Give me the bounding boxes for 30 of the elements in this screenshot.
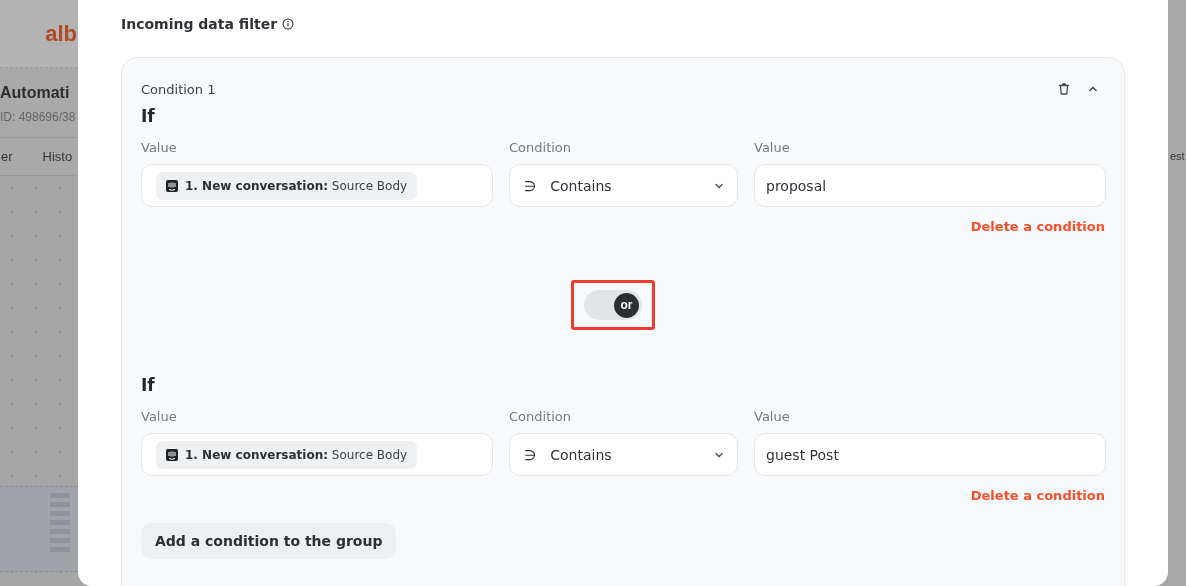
app-icon <box>166 448 178 461</box>
page-tab[interactable]: est <box>1170 150 1186 162</box>
page-tab[interactable]: Histo <box>42 149 73 164</box>
condition-select[interactable]: ∋ Contains <box>509 433 738 476</box>
field-label: Value <box>754 409 791 426</box>
condition-select[interactable]: ∋ Contains <box>509 164 738 207</box>
value-field[interactable]: 1. New conversation: Source Body <box>141 433 493 476</box>
field-label: Value <box>141 140 178 157</box>
if-heading: If <box>141 375 156 397</box>
variable-chip[interactable]: 1. New conversation: Source Body <box>156 440 418 469</box>
value-input[interactable]: guest Post <box>754 433 1106 476</box>
delete-button[interactable] <box>1057 82 1071 96</box>
page-id: ID: 498696/38 <box>0 110 77 124</box>
value-field[interactable]: 1. New conversation: Source Body <box>141 164 493 207</box>
field-label: Value <box>141 409 178 426</box>
modal-title: Incoming data filter <box>121 16 278 32</box>
logo: alb <box>45 20 77 47</box>
if-heading: If <box>141 106 156 128</box>
or-toggle[interactable]: or <box>584 290 642 320</box>
field-label: Value <box>754 140 791 157</box>
variable-chip[interactable]: 1. New conversation: Source Body <box>156 171 418 200</box>
app-icon <box>166 179 178 192</box>
page-title: Automati <box>0 84 71 102</box>
add-condition-button[interactable]: Add a condition to the group <box>141 523 397 559</box>
page-tab[interactable]: er <box>1 149 13 164</box>
field-label: Condition <box>509 409 573 426</box>
field-label: Condition <box>509 140 573 157</box>
info-icon <box>282 18 295 30</box>
value-input[interactable]: proposal <box>754 164 1106 207</box>
condition-title: Condition 1 <box>141 81 216 97</box>
